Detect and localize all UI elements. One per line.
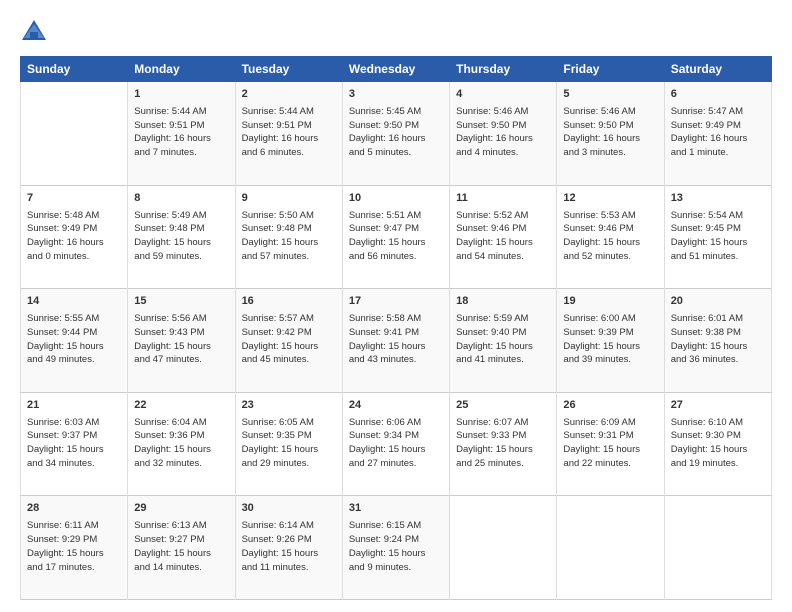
day-number: 5 xyxy=(563,87,657,103)
day-number: 30 xyxy=(242,501,336,517)
calendar-week-row: 1Sunrise: 5:44 AMSunset: 9:51 PMDaylight… xyxy=(21,82,772,186)
logo xyxy=(20,18,52,46)
weekday-header: Monday xyxy=(128,57,235,82)
day-number: 19 xyxy=(563,294,657,310)
calendar-cell: 29Sunrise: 6:13 AMSunset: 9:27 PMDayligh… xyxy=(128,496,235,600)
day-number: 9 xyxy=(242,191,336,207)
calendar-cell: 16Sunrise: 5:57 AMSunset: 9:42 PMDayligh… xyxy=(235,289,342,393)
day-number: 27 xyxy=(671,398,765,414)
weekday-header-row: SundayMondayTuesdayWednesdayThursdayFrid… xyxy=(21,57,772,82)
day-number: 7 xyxy=(27,191,121,207)
calendar-cell: 7Sunrise: 5:48 AMSunset: 9:49 PMDaylight… xyxy=(21,185,128,289)
calendar-cell: 6Sunrise: 5:47 AMSunset: 9:49 PMDaylight… xyxy=(664,82,771,186)
day-number: 20 xyxy=(671,294,765,310)
calendar-cell: 10Sunrise: 5:51 AMSunset: 9:47 PMDayligh… xyxy=(342,185,449,289)
day-number: 31 xyxy=(349,501,443,517)
calendar-cell: 11Sunrise: 5:52 AMSunset: 9:46 PMDayligh… xyxy=(450,185,557,289)
calendar-week-row: 28Sunrise: 6:11 AMSunset: 9:29 PMDayligh… xyxy=(21,496,772,600)
day-number: 17 xyxy=(349,294,443,310)
calendar-cell: 23Sunrise: 6:05 AMSunset: 9:35 PMDayligh… xyxy=(235,392,342,496)
calendar-week-row: 14Sunrise: 5:55 AMSunset: 9:44 PMDayligh… xyxy=(21,289,772,393)
day-number: 24 xyxy=(349,398,443,414)
day-number: 4 xyxy=(456,87,550,103)
calendar-cell: 15Sunrise: 5:56 AMSunset: 9:43 PMDayligh… xyxy=(128,289,235,393)
logo-icon xyxy=(20,18,48,46)
day-number: 13 xyxy=(671,191,765,207)
weekday-header: Friday xyxy=(557,57,664,82)
weekday-header: Wednesday xyxy=(342,57,449,82)
calendar-cell: 26Sunrise: 6:09 AMSunset: 9:31 PMDayligh… xyxy=(557,392,664,496)
calendar-cell: 18Sunrise: 5:59 AMSunset: 9:40 PMDayligh… xyxy=(450,289,557,393)
day-number: 10 xyxy=(349,191,443,207)
page: SundayMondayTuesdayWednesdayThursdayFrid… xyxy=(0,0,792,612)
calendar-cell: 22Sunrise: 6:04 AMSunset: 9:36 PMDayligh… xyxy=(128,392,235,496)
calendar-week-row: 21Sunrise: 6:03 AMSunset: 9:37 PMDayligh… xyxy=(21,392,772,496)
day-number: 26 xyxy=(563,398,657,414)
calendar-cell: 12Sunrise: 5:53 AMSunset: 9:46 PMDayligh… xyxy=(557,185,664,289)
day-number: 29 xyxy=(134,501,228,517)
weekday-header: Sunday xyxy=(21,57,128,82)
day-number: 18 xyxy=(456,294,550,310)
calendar-cell: 21Sunrise: 6:03 AMSunset: 9:37 PMDayligh… xyxy=(21,392,128,496)
day-number: 16 xyxy=(242,294,336,310)
day-number: 6 xyxy=(671,87,765,103)
calendar-cell: 31Sunrise: 6:15 AMSunset: 9:24 PMDayligh… xyxy=(342,496,449,600)
day-number: 22 xyxy=(134,398,228,414)
calendar-cell: 17Sunrise: 5:58 AMSunset: 9:41 PMDayligh… xyxy=(342,289,449,393)
calendar-cell: 1Sunrise: 5:44 AMSunset: 9:51 PMDaylight… xyxy=(128,82,235,186)
calendar-cell: 5Sunrise: 5:46 AMSunset: 9:50 PMDaylight… xyxy=(557,82,664,186)
calendar-cell xyxy=(450,496,557,600)
day-number: 2 xyxy=(242,87,336,103)
calendar-cell: 9Sunrise: 5:50 AMSunset: 9:48 PMDaylight… xyxy=(235,185,342,289)
calendar-cell: 19Sunrise: 6:00 AMSunset: 9:39 PMDayligh… xyxy=(557,289,664,393)
calendar-cell: 13Sunrise: 5:54 AMSunset: 9:45 PMDayligh… xyxy=(664,185,771,289)
day-number: 21 xyxy=(27,398,121,414)
calendar-cell: 8Sunrise: 5:49 AMSunset: 9:48 PMDaylight… xyxy=(128,185,235,289)
day-number: 12 xyxy=(563,191,657,207)
day-number: 14 xyxy=(27,294,121,310)
weekday-header: Thursday xyxy=(450,57,557,82)
day-number: 8 xyxy=(134,191,228,207)
header xyxy=(20,18,772,46)
day-number: 15 xyxy=(134,294,228,310)
day-number: 11 xyxy=(456,191,550,207)
calendar-cell: 25Sunrise: 6:07 AMSunset: 9:33 PMDayligh… xyxy=(450,392,557,496)
calendar-cell xyxy=(664,496,771,600)
calendar-cell: 2Sunrise: 5:44 AMSunset: 9:51 PMDaylight… xyxy=(235,82,342,186)
calendar-week-row: 7Sunrise: 5:48 AMSunset: 9:49 PMDaylight… xyxy=(21,185,772,289)
calendar-cell: 24Sunrise: 6:06 AMSunset: 9:34 PMDayligh… xyxy=(342,392,449,496)
calendar-cell: 4Sunrise: 5:46 AMSunset: 9:50 PMDaylight… xyxy=(450,82,557,186)
calendar-cell xyxy=(557,496,664,600)
day-number: 28 xyxy=(27,501,121,517)
weekday-header: Tuesday xyxy=(235,57,342,82)
calendar-cell: 3Sunrise: 5:45 AMSunset: 9:50 PMDaylight… xyxy=(342,82,449,186)
calendar-cell: 28Sunrise: 6:11 AMSunset: 9:29 PMDayligh… xyxy=(21,496,128,600)
day-number: 3 xyxy=(349,87,443,103)
weekday-header: Saturday xyxy=(664,57,771,82)
day-number: 1 xyxy=(134,87,228,103)
calendar-table: SundayMondayTuesdayWednesdayThursdayFrid… xyxy=(20,56,772,600)
calendar-cell xyxy=(21,82,128,186)
calendar-cell: 20Sunrise: 6:01 AMSunset: 9:38 PMDayligh… xyxy=(664,289,771,393)
day-number: 23 xyxy=(242,398,336,414)
day-number: 25 xyxy=(456,398,550,414)
calendar-cell: 27Sunrise: 6:10 AMSunset: 9:30 PMDayligh… xyxy=(664,392,771,496)
calendar-cell: 30Sunrise: 6:14 AMSunset: 9:26 PMDayligh… xyxy=(235,496,342,600)
calendar-cell: 14Sunrise: 5:55 AMSunset: 9:44 PMDayligh… xyxy=(21,289,128,393)
